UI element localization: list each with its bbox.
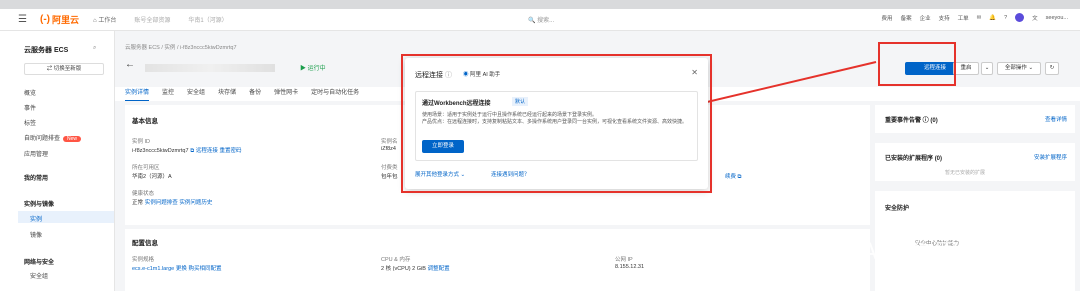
wechat-icon	[688, 237, 708, 257]
csdn-watermark: CSDN @undefined	[908, 262, 1028, 277]
screenshot-frame: ☰ (-) 阿里云 ⌂ 工作台 账号全部资源 华南1（河源） 🔍 搜索... 费…	[0, 0, 1080, 291]
highlight-box-dialog	[401, 54, 712, 193]
